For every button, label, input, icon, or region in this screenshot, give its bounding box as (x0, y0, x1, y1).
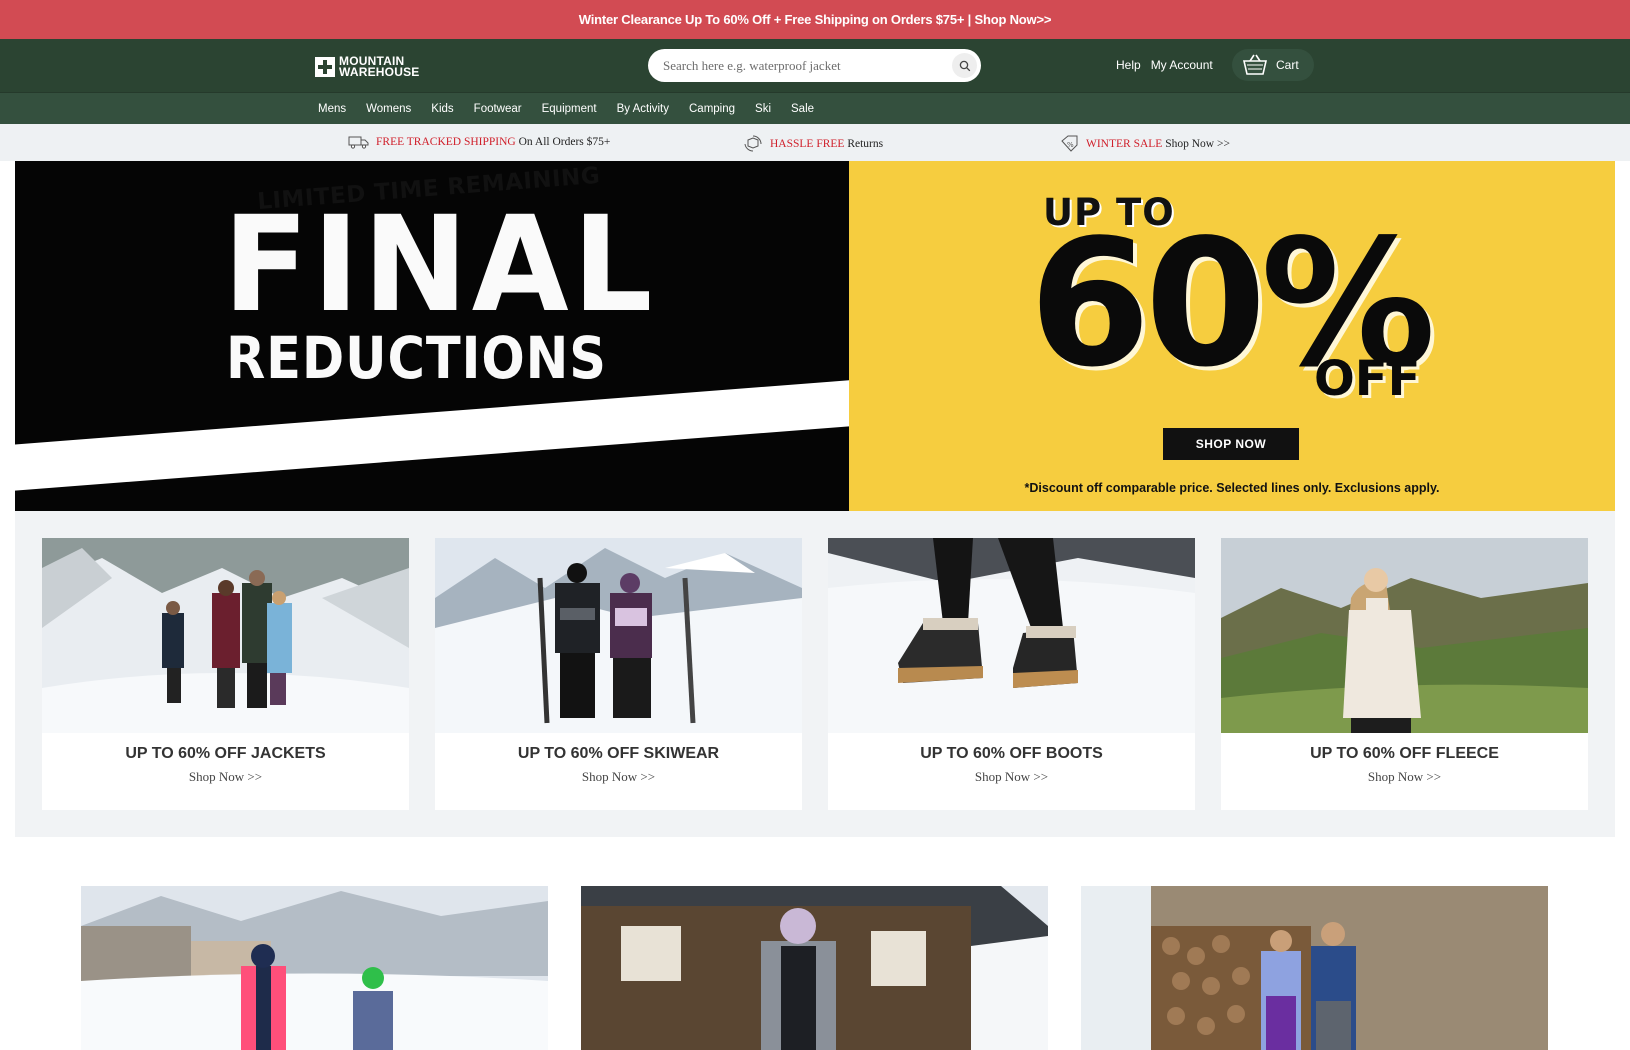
promo-image-kids-snow[interactable] (81, 886, 548, 1050)
nav-item-by-activity[interactable]: By Activity (617, 103, 669, 115)
basket-icon (1242, 54, 1268, 75)
site-header: MOUNTAIN WAREHOUSE Help My Account Cart (0, 39, 1630, 92)
category-section: UP TO 60% OFF JACKETS Shop Now >> UP TO … (15, 511, 1615, 837)
usp-returns[interactable]: HASSLE FREE Returns (742, 135, 883, 153)
nav-item-sale[interactable]: Sale (791, 103, 814, 115)
category-title-fleece[interactable]: UP TO 60% OFF FLEECE (1221, 745, 1588, 763)
usp-sale-highlight: WINTER SALE (1086, 138, 1163, 150)
usp-shipping-highlight: FREE TRACKED SHIPPING (376, 136, 516, 148)
usp-sale-text: Shop Now >> (1165, 138, 1230, 150)
hero-banner[interactable]: FINAL REDUCTIONS LIMITED TIME REMAINING … (15, 161, 1615, 511)
usp-winter-sale[interactable]: % WINTER SALE Shop Now >> (1060, 135, 1230, 153)
nav-item-equipment[interactable]: Equipment (542, 103, 597, 115)
category-title-boots[interactable]: UP TO 60% OFF BOOTS (828, 745, 1195, 763)
usp-returns-text: Returns (847, 138, 884, 150)
header-links: Help My Account (1116, 58, 1213, 72)
category-link-boots[interactable]: Shop Now >> (828, 769, 1195, 785)
category-image-skiwear[interactable] (435, 538, 802, 733)
category-card-skiwear[interactable]: UP TO 60% OFF SKIWEAR Shop Now >> (435, 538, 802, 810)
category-link-jackets[interactable]: Shop Now >> (42, 769, 409, 785)
search-button[interactable] (952, 53, 977, 78)
category-link-fleece[interactable]: Shop Now >> (1221, 769, 1588, 785)
category-title-jackets[interactable]: UP TO 60% OFF JACKETS (42, 745, 409, 763)
main-nav: Mens Womens Kids Footwear Equipment By A… (0, 92, 1630, 124)
search-icon (959, 60, 970, 71)
site-logo[interactable]: MOUNTAIN WAREHOUSE (315, 55, 420, 79)
usp-bar: FREE TRACKED SHIPPING On All Orders $75+… (0, 124, 1630, 161)
category-card-boots[interactable]: UP TO 60% OFF BOOTS Shop Now >> (828, 538, 1195, 810)
promo-image-woodpile[interactable] (1081, 886, 1548, 1050)
search-input[interactable] (663, 57, 938, 74)
nav-item-kids[interactable]: Kids (431, 103, 453, 115)
cart-button[interactable]: Cart (1232, 49, 1314, 81)
usp-shipping-text: On All Orders $75+ (518, 136, 611, 148)
my-account-link[interactable]: My Account (1151, 58, 1213, 72)
logo-line-2: WAREHOUSE (339, 65, 420, 79)
usp-returns-highlight: HASSLE FREE (770, 138, 845, 150)
hero-left-panel: FINAL REDUCTIONS LIMITED TIME REMAINING (15, 161, 849, 511)
usp-shipping[interactable]: FREE TRACKED SHIPPING On All Orders $75+ (348, 135, 610, 149)
hero-disclaimer: *Discount off comparable price. Selected… (1024, 481, 1440, 495)
nav-item-ski[interactable]: Ski (755, 103, 771, 115)
nav-item-camping[interactable]: Camping (689, 103, 735, 115)
sale-tag-icon: % (1061, 135, 1078, 152)
nav-item-mens[interactable]: Mens (318, 103, 346, 115)
cart-label: Cart (1276, 58, 1299, 72)
category-image-fleece[interactable] (1221, 538, 1588, 733)
promo-image-cabin[interactable] (581, 886, 1048, 1050)
hero-headline-reductions: REDUCTIONS (226, 324, 607, 392)
promo-banner[interactable]: Winter Clearance Up To 60% Off + Free Sh… (0, 0, 1630, 39)
svg-text:%: % (1067, 141, 1074, 149)
category-card-jackets[interactable]: UP TO 60% OFF JACKETS Shop Now >> (42, 538, 409, 810)
delivery-truck-icon (348, 136, 369, 149)
hero-shop-now-button[interactable]: SHOP NOW (1163, 428, 1299, 460)
hero-right-panel: UP TO 60% OFF SHOP NOW *Discount off com… (849, 161, 1615, 511)
category-card-fleece[interactable]: UP TO 60% OFF FLEECE Shop Now >> (1221, 538, 1588, 810)
category-link-skiwear[interactable]: Shop Now >> (435, 769, 802, 785)
category-image-jackets[interactable] (42, 538, 409, 733)
promo-banner-text[interactable]: Winter Clearance Up To 60% Off + Free Sh… (579, 12, 1052, 27)
nav-item-footwear[interactable]: Footwear (474, 103, 522, 115)
search-bar (648, 49, 981, 82)
category-title-skiwear[interactable]: UP TO 60% OFF SKIWEAR (435, 745, 802, 763)
hero-headline-final: FINAL (223, 188, 657, 342)
nav-item-womens[interactable]: Womens (366, 103, 411, 115)
hero-ribbon (15, 376, 849, 492)
hero-off: OFF (1314, 351, 1421, 407)
help-link[interactable]: Help (1116, 58, 1141, 72)
category-image-boots[interactable] (828, 538, 1195, 733)
logo-cross-icon (315, 57, 335, 77)
returns-box-icon (744, 135, 762, 152)
